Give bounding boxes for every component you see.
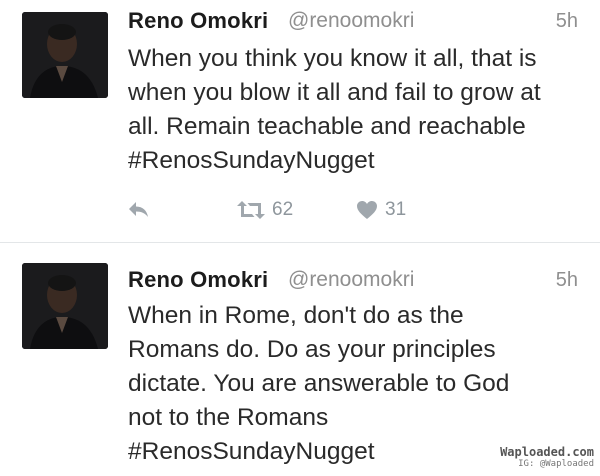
retweet-count: 62	[272, 199, 294, 220]
tweet-text-line: not to the Romans	[128, 404, 329, 431]
tweet-text-line: all. Remain teachable and reachable	[128, 113, 526, 140]
reply-button[interactable]	[128, 195, 150, 225]
retweet-icon	[237, 201, 265, 219]
watermark-instagram: IG: @Waploaded	[518, 459, 594, 469]
heart-icon	[357, 201, 377, 219]
author-handle[interactable]: @renoomokri	[288, 268, 414, 292]
tweet-text-line: Romans do. Do as your principles	[128, 336, 496, 363]
tweet-text-line: When you think you know it all, that is	[128, 45, 537, 72]
author-name[interactable]: Reno Omokri	[128, 8, 268, 34]
tweet-actions: 62 31	[128, 195, 448, 225]
author-handle[interactable]: @renoomokri	[288, 9, 414, 33]
watermark-site: Waploaded.com	[500, 445, 594, 459]
watermark: Waploaded.com IG: @Waploaded	[500, 445, 594, 470]
retweet-button[interactable]: 62	[237, 195, 293, 225]
tweet-text: When you think you know it all, that is …	[128, 42, 588, 178]
profile-photo	[22, 263, 108, 349]
timestamp[interactable]: 5h	[556, 269, 578, 292]
timestamp[interactable]: 5h	[556, 10, 578, 33]
profile-photo	[22, 12, 108, 98]
tweet[interactable]: Reno Omokri @renoomokri 5h When in Rome,…	[0, 248, 600, 476]
like-count: 31	[385, 199, 407, 220]
tweet[interactable]: Reno Omokri @renoomokri 5h When you thin…	[0, 0, 600, 242]
tweet-text: When in Rome, don't do as the Romans do.…	[128, 299, 588, 469]
avatar[interactable]	[22, 12, 108, 98]
tweet-text-line: dictate. You are answerable to God	[128, 370, 510, 397]
avatar[interactable]	[22, 263, 108, 349]
reply-icon	[129, 202, 148, 217]
hashtag-link[interactable]: #RenosSundayNugget	[128, 144, 588, 178]
tweet-text-line: when you blow it all and fail to grow at	[128, 79, 541, 106]
author-name[interactable]: Reno Omokri	[128, 267, 268, 293]
tweet-text-line: When in Rome, don't do as the	[128, 302, 464, 329]
like-button[interactable]: 31	[356, 195, 406, 225]
tweet-divider	[0, 242, 600, 243]
